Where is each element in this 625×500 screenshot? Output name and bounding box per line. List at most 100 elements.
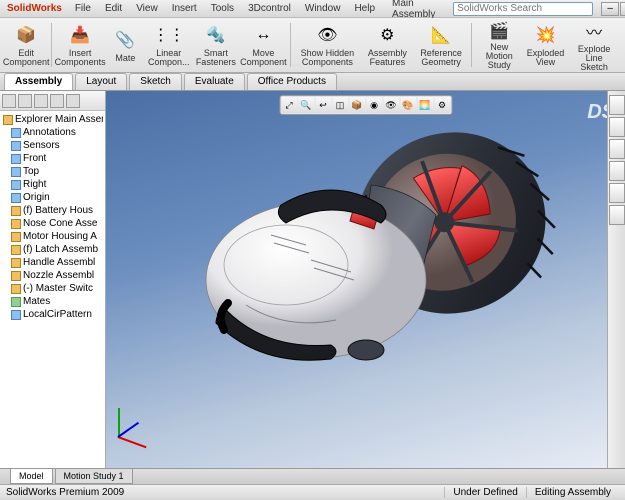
tree-right-plane[interactable]: Right	[10, 178, 103, 191]
part-icon	[11, 206, 21, 216]
display-style-button[interactable]: ◉	[366, 97, 382, 113]
tree-handle-assembly[interactable]: Handle Assembl	[10, 256, 103, 269]
menu-view[interactable]: View	[133, 2, 161, 15]
tree-sensors[interactable]: Sensors	[10, 139, 103, 152]
tab-evaluate[interactable]: Evaluate	[184, 73, 245, 90]
tree-battery-housing[interactable]: (f) Battery Hous	[10, 204, 103, 217]
tree-nozzle-assembly[interactable]: Nozzle Assembl	[10, 269, 103, 282]
separator-icon	[290, 23, 291, 67]
task-pane	[607, 91, 625, 468]
sensors-icon	[11, 141, 21, 151]
fm-tab-config-icon[interactable]	[34, 94, 48, 108]
taskpane-custom-button[interactable]	[609, 205, 625, 225]
prev-view-button[interactable]: ↩	[315, 97, 331, 113]
view-orientation-button[interactable]: 📦	[349, 97, 365, 113]
3d-model-view[interactable]	[156, 115, 576, 415]
pattern-icon	[11, 310, 21, 320]
mate-button[interactable]: 📎Mate	[106, 20, 144, 70]
fm-tab-display-icon[interactable]	[66, 94, 80, 108]
search-input[interactable]	[453, 2, 593, 16]
exploded-view-button[interactable]: 💥Exploded View	[525, 20, 567, 70]
smart-fasteners-icon: 🔩	[204, 23, 228, 47]
maximize-button[interactable]: ❐	[620, 2, 625, 16]
part-icon	[11, 219, 21, 229]
zoom-area-button[interactable]: 🔍	[298, 97, 314, 113]
assembly-features-icon: ⚙	[375, 23, 399, 47]
taskpane-explorer-button[interactable]	[609, 139, 625, 159]
part-icon	[11, 271, 21, 281]
view-heads-up-toolbar: ⤢ 🔍 ↩ ◫ 📦 ◉ 👁 🎨 🌅 ⚙	[279, 95, 452, 115]
tree-root[interactable]: Explorer Main Assem	[2, 113, 103, 126]
move-component-button[interactable]: ↔Move Component	[240, 20, 288, 70]
fm-tab-dimxpert-icon[interactable]	[50, 94, 64, 108]
graphics-viewport[interactable]: ⤢ 🔍 ↩ ◫ 📦 ◉ 👁 🎨 🌅 ⚙ DS	[106, 91, 625, 468]
taskpane-resources-button[interactable]	[609, 95, 625, 115]
tree-annotations[interactable]: Annotations	[10, 126, 103, 139]
tree-motor-housing[interactable]: Motor Housing A	[10, 230, 103, 243]
view-settings-button[interactable]: ⚙	[434, 97, 450, 113]
plane-icon	[11, 180, 21, 190]
edit-component-icon: 📦	[14, 23, 38, 47]
menu-edit[interactable]: Edit	[102, 2, 125, 15]
insert-components-button[interactable]: 📥Insert Components	[55, 20, 105, 70]
commandmanager-tabs: Assembly Layout Sketch Evaluate Office P…	[0, 73, 625, 91]
separator-icon	[471, 23, 472, 67]
tree-mates[interactable]: Mates	[10, 295, 103, 308]
minimize-button[interactable]: –	[601, 2, 619, 16]
tab-assembly[interactable]: Assembly	[4, 73, 73, 90]
menu-tools[interactable]: Tools	[208, 2, 237, 15]
part-icon	[11, 258, 21, 268]
insert-components-icon: 📥	[68, 23, 92, 47]
title-bar: SolidWorks File Edit View Insert Tools 3…	[0, 0, 625, 18]
separator-icon	[51, 23, 52, 67]
apply-scene-button[interactable]: 🌅	[417, 97, 433, 113]
menubar: File Edit View Insert Tools 3Dcontrol Wi…	[72, 2, 378, 15]
status-bar: SolidWorks Premium 2009 Under Defined Ed…	[0, 484, 625, 500]
tree-front-plane[interactable]: Front	[10, 152, 103, 165]
edit-component-button[interactable]: 📦Edit Component	[4, 20, 48, 70]
tree-top-plane[interactable]: Top	[10, 165, 103, 178]
bottom-tab-motion[interactable]: Motion Study 1	[55, 469, 133, 484]
new-motion-study-button[interactable]: 🎬New Motion Study	[475, 20, 524, 70]
feature-manager-iconbar	[0, 91, 105, 111]
explode-line-sketch-button[interactable]: 〰Explode Line Sketch	[567, 20, 621, 70]
folder-icon	[11, 128, 21, 138]
tab-office-products[interactable]: Office Products	[247, 73, 337, 90]
fm-tab-property-icon[interactable]	[18, 94, 32, 108]
menu-3dcontrol[interactable]: 3Dcontrol	[245, 2, 294, 15]
tree-origin[interactable]: Origin	[10, 191, 103, 204]
taskpane-library-button[interactable]	[609, 117, 625, 137]
assembly-features-button[interactable]: ⚙Assembly Features	[362, 20, 413, 70]
bottom-tab-model[interactable]: Model	[10, 469, 53, 484]
tab-sketch[interactable]: Sketch	[129, 73, 182, 90]
assembly-icon	[3, 115, 13, 125]
show-hidden-icon: 👁	[315, 23, 339, 47]
menu-file[interactable]: File	[72, 2, 94, 15]
orientation-triad[interactable]	[118, 398, 158, 438]
menu-window[interactable]: Window	[302, 2, 344, 15]
explode-line-icon: 〰	[582, 19, 606, 43]
tree-latch-assembly[interactable]: (f) Latch Assemb	[10, 243, 103, 256]
smart-fasteners-button[interactable]: 🔩Smart Fasteners	[193, 20, 238, 70]
show-hidden-button[interactable]: 👁Show Hidden Components	[294, 20, 361, 70]
hide-show-button[interactable]: 👁	[383, 97, 399, 113]
tree-nose-cone[interactable]: Nose Cone Asse	[10, 217, 103, 230]
fm-tab-feature-icon[interactable]	[2, 94, 16, 108]
edit-appearance-button[interactable]: 🎨	[400, 97, 416, 113]
taskpane-palette-button[interactable]	[609, 161, 625, 181]
linear-pattern-icon: ⋮⋮	[157, 23, 181, 47]
feature-tree[interactable]: Explorer Main Assem Annotations Sensors …	[0, 111, 105, 468]
menu-help[interactable]: Help	[351, 2, 378, 15]
tab-layout[interactable]: Layout	[75, 73, 127, 90]
section-view-button[interactable]: ◫	[332, 97, 348, 113]
z-axis-icon	[117, 422, 139, 438]
exploded-view-icon: 💥	[534, 23, 558, 47]
tree-master-switch[interactable]: (-) Master Switc	[10, 282, 103, 295]
menu-insert[interactable]: Insert	[169, 2, 200, 15]
command-manager: 📦Edit Component 📥Insert Components 📎Mate…	[0, 18, 625, 73]
reference-geometry-button[interactable]: 📐Reference Geometry	[414, 20, 468, 70]
tree-pattern[interactable]: LocalCirPattern	[10, 308, 103, 321]
taskpane-appearances-button[interactable]	[609, 183, 625, 203]
zoom-fit-button[interactable]: ⤢	[281, 97, 297, 113]
linear-pattern-button[interactable]: ⋮⋮Linear Compon...	[145, 20, 192, 70]
